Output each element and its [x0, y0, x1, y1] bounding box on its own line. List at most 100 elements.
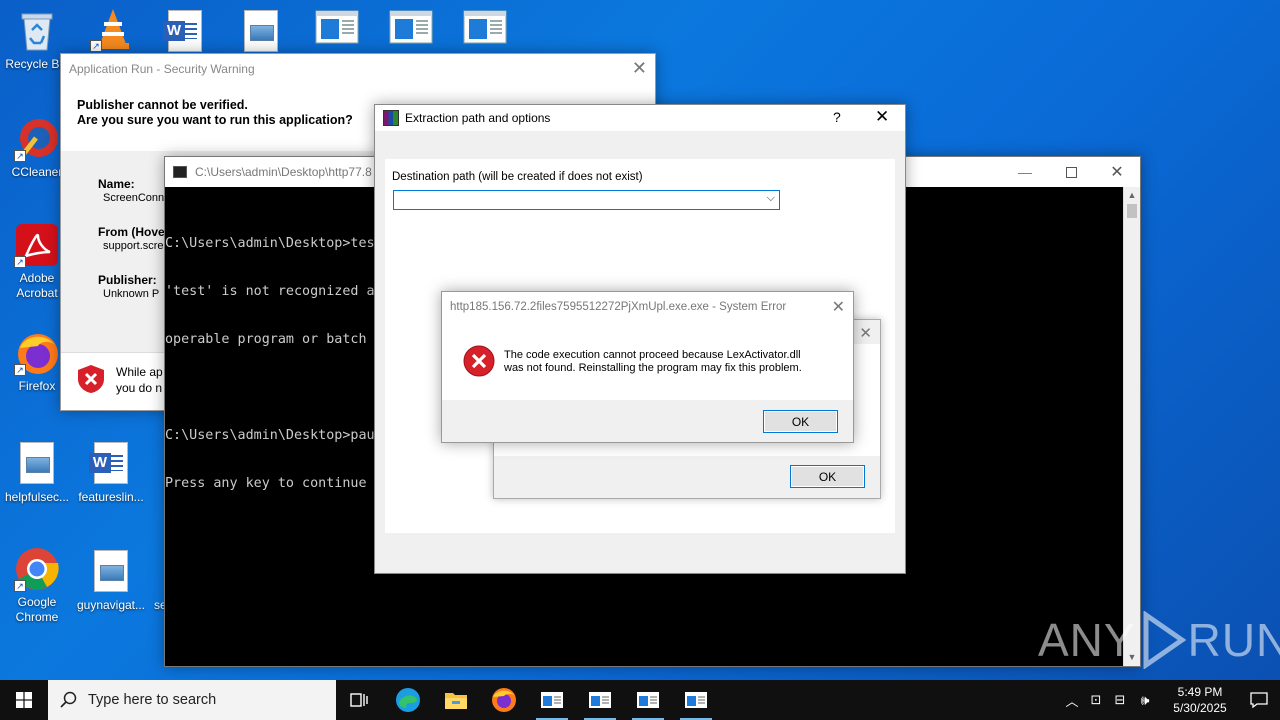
shortcut-arrow-icon: ↗ — [14, 364, 26, 376]
chevron-up-icon[interactable]: ︿ — [1060, 691, 1084, 710]
name-value: ScreenConn — [103, 192, 165, 204]
desktop-icon-image-top[interactable] — [224, 8, 298, 52]
maximize-icon[interactable] — [1048, 157, 1094, 187]
vlc-icon: ↗ — [90, 6, 136, 52]
watermark-left-text: ANY — [1038, 614, 1136, 666]
application-window-icon — [541, 692, 563, 708]
notification-icon[interactable] — [1238, 692, 1280, 708]
anyrun-watermark: ANY RUN — [1038, 610, 1280, 670]
destination-path-label: Destination path (will be created if doe… — [392, 171, 643, 183]
desktop-icon-helpfulsec[interactable]: helpfulsec... — [0, 440, 74, 505]
desktop-icon-featureslin[interactable]: W featureslin... — [74, 440, 148, 505]
start-button[interactable] — [0, 680, 48, 720]
chevron-down-icon[interactable]: ⌵ — [767, 192, 775, 205]
volume-icon[interactable]: 🕪 — [1132, 692, 1158, 709]
desktop-icon-guynavigat[interactable]: guynavigat... — [74, 548, 148, 613]
application-window-icon — [314, 10, 360, 46]
desktop-icon-word-doc-top[interactable]: W — [148, 8, 222, 52]
desktop-icon-window-file-2[interactable] — [374, 10, 448, 49]
shortcut-arrow-icon: ↗ — [14, 256, 26, 268]
minimize-icon[interactable]: — — [1002, 157, 1048, 187]
word-document-icon: W — [89, 442, 128, 484]
taskbar: Type here to search ︿ ⊡ ⊟ 🕪 5:49 PM 5/30… — [0, 680, 1280, 720]
chrome-icon: ↗ — [14, 546, 60, 592]
titlebar[interactable]: Extraction path and options — [375, 105, 905, 131]
application-window-icon — [589, 692, 611, 708]
desktop-icon-label: helpfulsec... — [4, 490, 70, 504]
name-label: Name: — [98, 177, 135, 191]
window-title: Application Run - Security Warning — [69, 62, 255, 76]
clock-time: 5:49 PM — [1177, 685, 1223, 699]
desktop-icon-window-file-3[interactable] — [448, 10, 522, 49]
close-icon[interactable]: ✕ — [832, 297, 845, 317]
help-icon[interactable]: ? — [833, 109, 841, 125]
from-value: support.scre — [103, 240, 164, 252]
system-error-dialog[interactable]: http185.156.72.2files7595512272PjXmUpl.e… — [441, 291, 854, 443]
footer-warning-line-2: you do n — [116, 381, 163, 395]
taskbar-app-window-2[interactable] — [576, 680, 624, 720]
footer-warning-line-1: While ap — [116, 365, 163, 379]
warning-heading-1: Publisher cannot be verified. — [77, 98, 248, 112]
network-icon[interactable]: ⊟ — [1108, 692, 1132, 708]
desktop-icon-vlc[interactable]: ↗ — [76, 6, 150, 55]
error-message-line-2: was not found. Reinstalling the program … — [504, 362, 802, 374]
shortcut-arrow-icon: ↗ — [90, 40, 102, 52]
clock-date: 5/30/2025 — [1173, 701, 1227, 715]
warning-heading-2: Are you sure you want to run this applic… — [77, 113, 353, 127]
desktop-icon-label: Google Chrome — [15, 595, 59, 624]
adobe-acrobat-icon: ↗ — [14, 222, 60, 268]
desktop-icon-label: guynavigat... — [76, 598, 146, 612]
task-view-button[interactable] — [336, 680, 384, 720]
desktop-icon-label: featureslin... — [78, 490, 144, 504]
close-icon[interactable]: ✕ — [1094, 157, 1140, 187]
winrar-icon — [383, 110, 399, 126]
error-icon — [463, 345, 495, 380]
application-window-icon — [637, 692, 659, 708]
console-scrollbar[interactable]: ▲ ▼ — [1123, 187, 1140, 666]
publisher-value: Unknown P — [103, 288, 160, 300]
task-view-icon — [350, 693, 368, 707]
taskbar-app-window-1[interactable] — [528, 680, 576, 720]
search-placeholder: Type here to search — [88, 692, 217, 708]
image-file-icon — [244, 10, 278, 52]
desktop-icon-google-chrome[interactable]: ↗ Google Chrome — [0, 546, 74, 625]
image-file-icon — [94, 550, 128, 592]
shortcut-arrow-icon: ↗ — [14, 150, 26, 162]
scroll-thumb[interactable] — [1127, 204, 1137, 218]
search-icon — [60, 691, 77, 708]
close-icon[interactable]: ✕ — [875, 107, 889, 127]
application-window-icon — [462, 10, 508, 46]
desktop-icon-window-file-1[interactable] — [300, 10, 374, 49]
window-title: C:\Users\admin\Desktop\http77.8 — [195, 165, 372, 179]
titlebar[interactable]: http185.156.72.2files7595512272PjXmUpl.e… — [442, 292, 853, 322]
shield-error-icon — [77, 364, 105, 397]
taskbar-edge[interactable] — [384, 680, 432, 720]
edge-icon — [396, 688, 420, 712]
ccleaner-icon: ↗ — [14, 116, 60, 162]
taskbar-firefox[interactable] — [480, 680, 528, 720]
windows-logo-icon — [16, 692, 32, 708]
image-file-icon — [20, 442, 54, 484]
taskbar-app-window-4[interactable] — [672, 680, 720, 720]
watermark-right-text: RUN — [1187, 614, 1280, 666]
network-device-icon[interactable]: ⊡ — [1084, 692, 1108, 708]
publisher-label: Publisher: — [98, 273, 157, 287]
console-icon — [173, 166, 187, 178]
close-icon[interactable]: ✕ — [632, 58, 647, 79]
titlebar[interactable]: Application Run - Security Warning ✕ — [61, 54, 655, 84]
taskbar-search-box[interactable]: Type here to search — [48, 680, 336, 720]
play-icon — [1143, 611, 1186, 669]
application-window-icon — [388, 10, 434, 46]
ok-button[interactable]: OK — [790, 465, 865, 488]
clock[interactable]: 5:49 PM 5/30/2025 — [1162, 684, 1238, 716]
scroll-up-icon[interactable]: ▲ — [1124, 187, 1140, 204]
taskbar-app-window-3[interactable] — [624, 680, 672, 720]
ok-button[interactable]: OK — [763, 410, 838, 433]
destination-path-combobox[interactable]: ⌵ — [393, 190, 780, 210]
close-icon[interactable]: ✕ — [859, 324, 872, 342]
window-title: Extraction path and options — [405, 111, 551, 125]
word-document-icon: W — [163, 10, 202, 52]
error-body — [442, 322, 853, 400]
application-window-icon — [685, 692, 707, 708]
taskbar-file-explorer[interactable] — [432, 680, 480, 720]
